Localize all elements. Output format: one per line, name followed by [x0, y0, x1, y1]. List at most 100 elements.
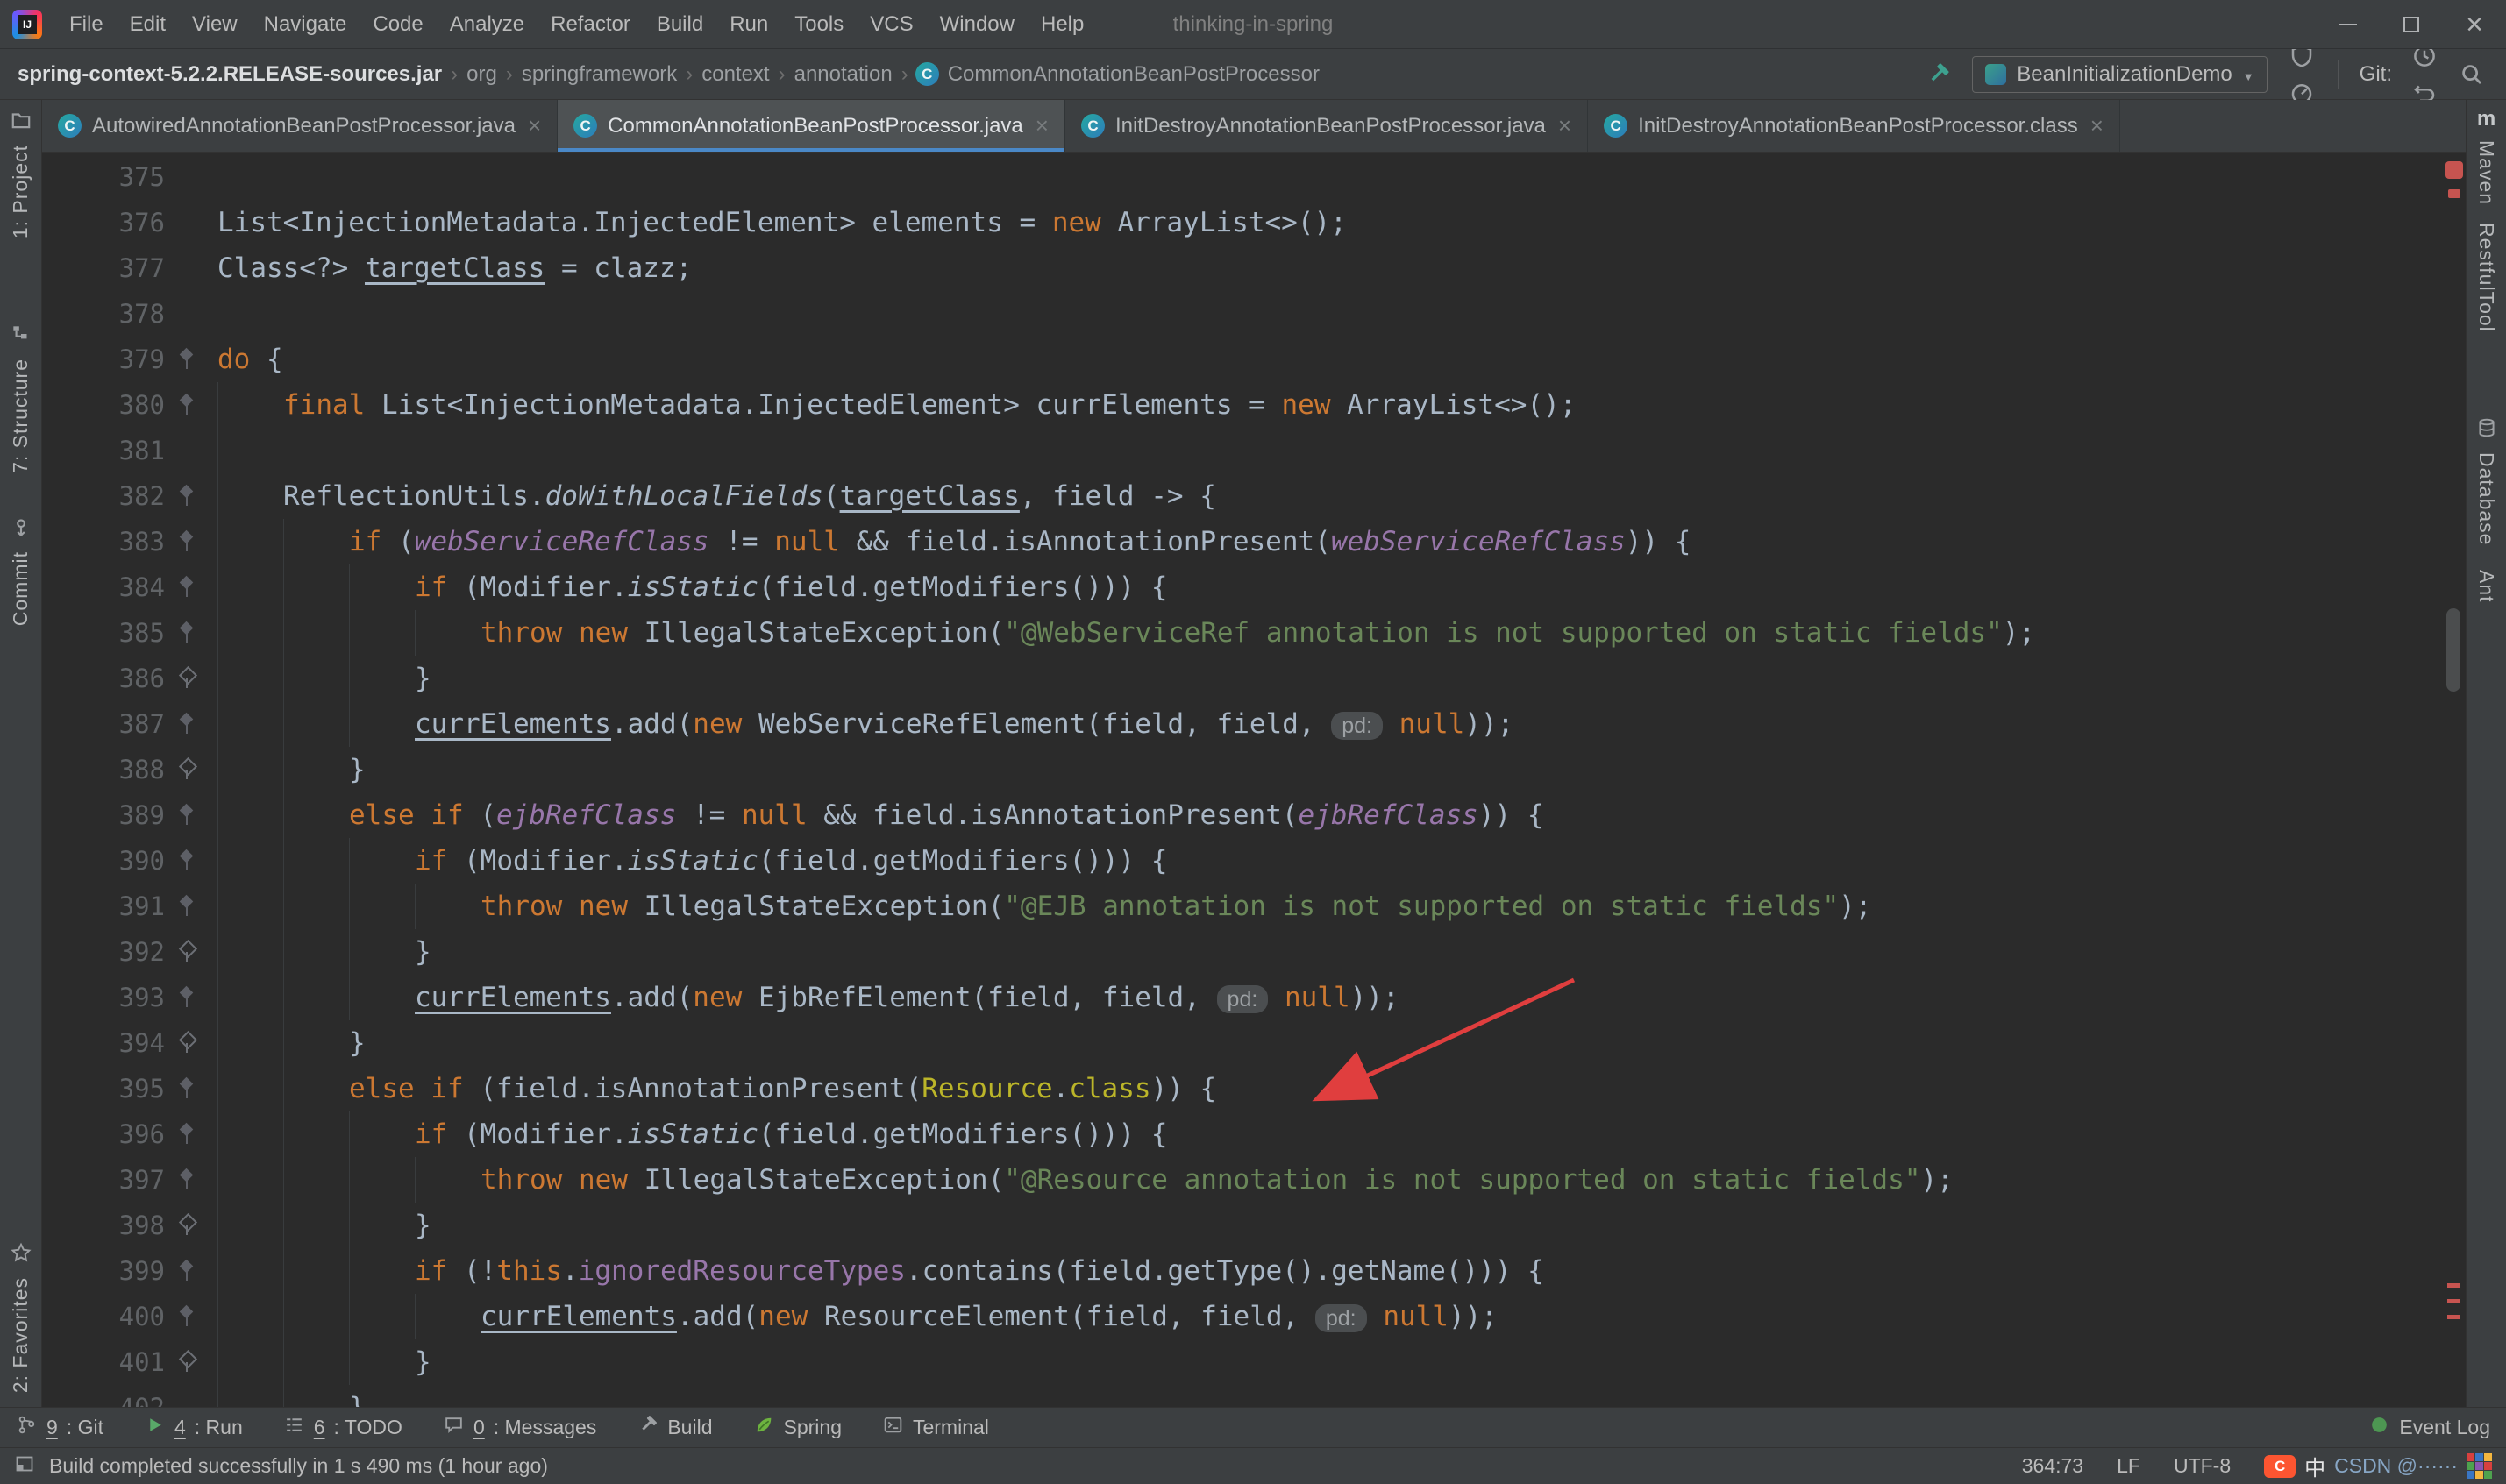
code-line[interactable]: 390if (Modifier.isStatic(field.getModifi…: [42, 838, 2443, 884]
menu-code[interactable]: Code: [360, 0, 436, 48]
code-line[interactable]: 387currElements.add(new WebServiceRefEle…: [42, 701, 2443, 747]
tool-window-button-database[interactable]: Database: [2474, 416, 2498, 545]
code-line[interactable]: 377Class<?> targetClass = clazz;: [42, 245, 2443, 291]
gutter-flag-marker-icon[interactable]: [179, 1260, 195, 1282]
breadcrumb-item[interactable]: org: [465, 62, 499, 87]
gutter-flag-marker-icon[interactable]: [179, 485, 195, 508]
menu-refactor[interactable]: Refactor: [538, 0, 644, 48]
tool-window-button-restfultool[interactable]: RestfulTool: [2474, 223, 2498, 332]
editor-scrollbar[interactable]: [2446, 608, 2460, 692]
menu-view[interactable]: View: [179, 0, 251, 48]
file-encoding[interactable]: UTF-8: [2174, 1454, 2231, 1478]
code-line[interactable]: 389else if (ejbRefClass != null && field…: [42, 792, 2443, 838]
gutter-flag-marker-icon[interactable]: [179, 348, 195, 371]
code-line[interactable]: 388}: [42, 747, 2443, 792]
breadcrumb-item[interactable]: springframework: [520, 62, 679, 87]
gutter-home-marker-icon[interactable]: [179, 758, 195, 781]
menu-window[interactable]: Window: [927, 0, 1028, 48]
code-line[interactable]: 398}: [42, 1203, 2443, 1248]
tool-window-button-build[interactable]: Build: [637, 1414, 712, 1441]
gutter-flag-marker-icon[interactable]: [179, 895, 195, 918]
minimize-button[interactable]: [2317, 0, 2380, 48]
gutter-flag-marker-icon[interactable]: [179, 530, 195, 553]
gutter-flag-marker-icon[interactable]: [179, 849, 195, 872]
gutter-flag-marker-icon[interactable]: [179, 986, 195, 1009]
gutter-flag-marker-icon[interactable]: [179, 804, 195, 827]
tool-window-button--project[interactable]: 1: Project: [9, 109, 32, 238]
breadcrumb-item[interactable]: spring-context-5.2.2.RELEASE-sources.jar: [16, 62, 444, 87]
code-line[interactable]: 386}: [42, 656, 2443, 701]
code-line[interactable]: 385throw new IllegalStateException("@Web…: [42, 610, 2443, 656]
code-line[interactable]: 394}: [42, 1020, 2443, 1066]
code-line[interactable]: 379do {: [42, 337, 2443, 382]
menu-analyze[interactable]: Analyze: [437, 0, 538, 48]
editor-tab[interactable]: InitDestroyAnnotationBeanPostProcessor.c…: [1588, 100, 2120, 152]
code-editor-area[interactable]: 375376List<InjectionMetadata.InjectedEle…: [42, 153, 2443, 1407]
tool-window-button-run[interactable]: 4: Run: [144, 1414, 243, 1441]
build-project-button[interactable]: [1919, 56, 1956, 93]
code-line[interactable]: 396if (Modifier.isStatic(field.getModifi…: [42, 1111, 2443, 1157]
tool-window-button--structure[interactable]: 7: Structure: [9, 323, 32, 473]
code-line[interactable]: 397throw new IllegalStateException("@Res…: [42, 1157, 2443, 1203]
error-indicator-badge[interactable]: [2445, 161, 2463, 179]
editor-tab[interactable]: CommonAnnotationBeanPostProcessor.java: [558, 100, 1065, 152]
gutter-flag-marker-icon[interactable]: [179, 1168, 195, 1191]
close-icon[interactable]: [528, 112, 541, 139]
tool-window-button-messages[interactable]: 0: Messages: [443, 1414, 596, 1441]
tool-window-button--favorites[interactable]: 2: Favorites: [9, 1241, 32, 1393]
error-stripe-mark[interactable]: [2447, 1283, 2460, 1288]
caret-position[interactable]: 364:73: [2022, 1454, 2083, 1478]
gutter-home-marker-icon[interactable]: [179, 941, 195, 963]
code-line[interactable]: 382ReflectionUtils.doWithLocalFields(tar…: [42, 473, 2443, 519]
gutter-home-marker-icon[interactable]: [179, 1214, 195, 1237]
tool-window-button-commit[interactable]: Commit: [9, 515, 32, 626]
code-line[interactable]: 378: [42, 291, 2443, 337]
code-line[interactable]: 401}: [42, 1339, 2443, 1385]
gutter-home-marker-icon[interactable]: [179, 1032, 195, 1054]
gutter-flag-marker-icon[interactable]: [179, 1305, 195, 1328]
gutter-home-marker-icon[interactable]: [179, 1351, 195, 1374]
gutter-flag-marker-icon[interactable]: [179, 713, 195, 735]
menu-run[interactable]: Run: [716, 0, 781, 48]
tool-window-button-todo[interactable]: 6: TODO: [283, 1414, 402, 1441]
event-log-button[interactable]: Event Log: [2368, 1414, 2490, 1441]
tool-window-button-git[interactable]: 9: Git: [16, 1414, 103, 1441]
code-line[interactable]: 375: [42, 154, 2443, 200]
code-line[interactable]: 384if (Modifier.isStatic(field.getModifi…: [42, 564, 2443, 610]
code-line[interactable]: 393currElements.add(new EjbRefElement(fi…: [42, 975, 2443, 1020]
code-line[interactable]: 402}: [42, 1385, 2443, 1407]
gutter-flag-marker-icon[interactable]: [179, 621, 195, 644]
editor-tab[interactable]: AutowiredAnnotationBeanPostProcessor.jav…: [42, 100, 558, 152]
menu-build[interactable]: Build: [644, 0, 716, 48]
line-separator[interactable]: LF: [2117, 1454, 2140, 1478]
breadcrumb-item[interactable]: context: [700, 62, 771, 87]
gutter-flag-marker-icon[interactable]: [179, 1123, 195, 1146]
code-line[interactable]: 395else if (field.isAnnotationPresent(Re…: [42, 1066, 2443, 1111]
code-line[interactable]: 383if (webServiceRefClass != null && fie…: [42, 519, 2443, 564]
search-everywhere-button[interactable]: [2453, 56, 2490, 93]
gutter-flag-marker-icon[interactable]: [179, 576, 195, 599]
run-configuration-select[interactable]: BeanInitializationDemo: [1972, 56, 2267, 93]
menu-navigate[interactable]: Navigate: [251, 0, 360, 48]
error-stripe-mark[interactable]: [2448, 189, 2460, 198]
gutter-home-marker-icon[interactable]: [179, 667, 195, 690]
tool-window-quick-access-icon[interactable]: [14, 1453, 35, 1480]
code-line[interactable]: 400currElements.add(new ResourceElement(…: [42, 1294, 2443, 1339]
menu-tools[interactable]: Tools: [781, 0, 857, 48]
code-line[interactable]: 380final List<InjectionMetadata.Injected…: [42, 382, 2443, 428]
tool-window-button-maven[interactable]: mMaven: [2474, 107, 2498, 205]
close-icon[interactable]: [1036, 112, 1049, 139]
tool-window-button-spring[interactable]: Spring: [753, 1414, 842, 1441]
editor-tab[interactable]: InitDestroyAnnotationBeanPostProcessor.j…: [1065, 100, 1588, 152]
error-stripe-mark[interactable]: [2447, 1299, 2460, 1303]
breadcrumb-item[interactable]: CommonAnnotationBeanPostProcessor: [946, 62, 1321, 87]
code-line[interactable]: 392}: [42, 929, 2443, 975]
menu-edit[interactable]: Edit: [117, 0, 179, 48]
code-line[interactable]: 376List<InjectionMetadata.InjectedElemen…: [42, 200, 2443, 245]
close-icon[interactable]: [2090, 112, 2104, 139]
maximize-button[interactable]: [2380, 0, 2443, 48]
error-stripe-mark[interactable]: [2447, 1315, 2460, 1319]
close-icon[interactable]: [1558, 112, 1571, 139]
menu-vcs[interactable]: VCS: [857, 0, 926, 48]
gutter-flag-marker-icon[interactable]: [179, 394, 195, 416]
